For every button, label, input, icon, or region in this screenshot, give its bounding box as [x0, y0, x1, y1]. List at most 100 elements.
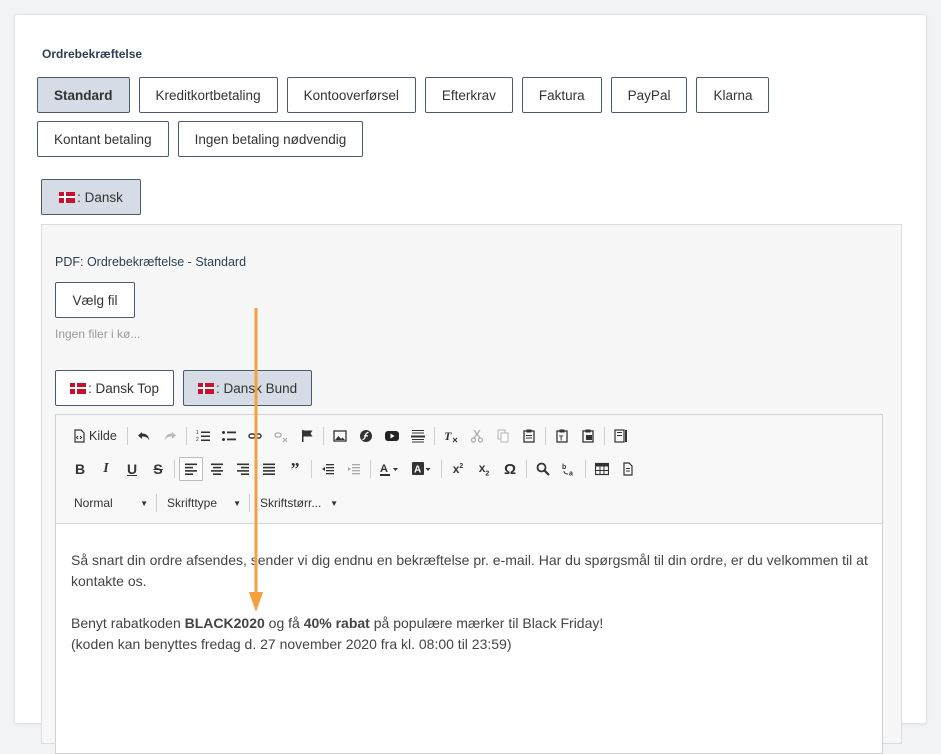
copy-button[interactable]: [491, 424, 515, 448]
outdent-icon: [322, 464, 334, 475]
svg-text:T: T: [559, 436, 564, 443]
align-left-icon: [185, 463, 197, 475]
paste-word-button[interactable]: [576, 424, 600, 448]
indent-button[interactable]: [342, 457, 366, 481]
underline-button[interactable]: U: [120, 457, 144, 481]
tab-kontant-betaling[interactable]: Kontant betaling: [37, 121, 169, 157]
align-center-button[interactable]: [205, 457, 229, 481]
unlink-icon: [274, 432, 288, 443]
svg-text:2: 2: [196, 437, 199, 443]
superscript-button[interactable]: x2: [446, 457, 470, 481]
youtube-icon: [384, 431, 399, 441]
replace-button[interactable]: ba: [557, 457, 581, 481]
bold-button[interactable]: B: [68, 457, 92, 481]
flash-button[interactable]: [354, 424, 378, 448]
paste-button[interactable]: [517, 424, 541, 448]
background-color-button[interactable]: A: [407, 457, 437, 481]
cut-button[interactable]: [465, 424, 489, 448]
search-icon: [536, 462, 550, 476]
language-button-dansk[interactable]: : Dansk: [41, 179, 141, 215]
templates-button[interactable]: [609, 424, 633, 448]
choose-file-button[interactable]: Vælg fil: [55, 282, 135, 318]
rich-text-editor: Kilde 12 T T B I U S ” A A x2 x2 Ω b a N…: [55, 414, 883, 754]
tab-faktura[interactable]: Faktura: [521, 77, 602, 113]
bullet-list-button[interactable]: [217, 424, 241, 448]
remove-format-button[interactable]: T: [439, 424, 463, 448]
link-icon: [248, 433, 262, 439]
tab-kontooverforsel[interactable]: Kontooverførsel: [286, 77, 416, 113]
language-panel: PDF: Ordrebekræftelse - Standard Vælg fi…: [41, 224, 902, 754]
strikethrough-button[interactable]: S: [146, 457, 170, 481]
toolbar-separator: [311, 460, 312, 478]
toolbar-row-1: Kilde 12 T T: [68, 423, 635, 449]
tab-kreditkortbetaling[interactable]: Kreditkortbetaling: [138, 77, 278, 113]
tab-paypal[interactable]: PayPal: [610, 77, 688, 113]
source-label: Kilde: [89, 429, 117, 443]
youtube-button[interactable]: [380, 424, 404, 448]
find-button[interactable]: [531, 457, 555, 481]
svg-text:A: A: [414, 465, 421, 476]
blockquote-button[interactable]: ”: [283, 457, 307, 481]
font-select[interactable]: Skrifttype ▼: [161, 492, 247, 514]
settings-card: Ordrebekræftelse Standard Kreditkortbeta…: [14, 14, 927, 754]
strikethrough-icon: S: [153, 461, 163, 477]
toolbar-row-3: Normal ▼ Skrifttype ▼ Skriftstørr... ▼: [68, 490, 344, 516]
image-button[interactable]: [328, 424, 352, 448]
quote-icon: ”: [290, 459, 300, 479]
promo-code: BLACK2020: [184, 615, 265, 631]
page-break-button[interactable]: [616, 457, 640, 481]
tab-dansk-bund[interactable]: : Dansk Bund: [183, 370, 313, 406]
tab-klarna[interactable]: Klarna: [696, 77, 770, 113]
horizontal-rule-button[interactable]: [406, 424, 430, 448]
tab-efterkrav[interactable]: Efterkrav: [424, 77, 513, 113]
special-character-button[interactable]: Ω: [498, 457, 522, 481]
toolbar-separator: [322, 427, 324, 445]
paste-icon: [523, 429, 535, 443]
copy-icon: [497, 429, 509, 443]
toolbar-separator: [441, 460, 442, 478]
format-select[interactable]: Normal ▼: [68, 492, 154, 514]
link-button[interactable]: [243, 424, 267, 448]
subscript-button[interactable]: x2: [472, 457, 496, 481]
svg-text:a: a: [569, 471, 573, 477]
numbered-list-button[interactable]: 12: [191, 424, 215, 448]
section-title: Ordrebekræftelse: [42, 47, 143, 61]
italic-button[interactable]: I: [94, 457, 118, 481]
toolbar-separator: [433, 427, 435, 445]
outdent-button[interactable]: [316, 457, 340, 481]
font-size-select[interactable]: Skriftstørr... ▼: [254, 492, 344, 514]
paste-text-button[interactable]: T: [550, 424, 574, 448]
background-color-icon: A: [412, 462, 431, 476]
toolbar-separator: [544, 427, 546, 445]
undo-button[interactable]: [132, 424, 156, 448]
superscript-icon: x2: [452, 462, 464, 476]
source-button[interactable]: Kilde: [68, 424, 125, 448]
redo-icon: [164, 432, 176, 441]
content-paragraph-1: Så snart din ordre afsendes, sender vi d…: [71, 552, 868, 589]
text-color-button[interactable]: A: [375, 457, 405, 481]
align-right-button[interactable]: [231, 457, 255, 481]
tab-dansk-top[interactable]: : Dansk Top: [55, 370, 175, 406]
tab-ingen-betaling[interactable]: Ingen betaling nødvendig: [177, 121, 364, 157]
promo-text-prefix: Benyt rabatkoden: [71, 615, 185, 631]
italic-icon: I: [103, 461, 109, 476]
svg-text:T: T: [444, 429, 452, 443]
promo-validity: (koden kan benyttes fredag d. 27 novembe…: [71, 636, 512, 652]
table-button[interactable]: [590, 457, 614, 481]
flash-icon: [359, 430, 372, 442]
chevron-down-icon: ▼: [233, 498, 241, 508]
numbered-list-icon: 12: [196, 430, 210, 443]
editor-content[interactable]: Så snart din ordre afsendes, sender vi d…: [71, 550, 891, 676]
editor-section-tabs: : Dansk Top : Dansk Bund: [55, 370, 313, 406]
align-left-button[interactable]: [179, 457, 203, 481]
subscript-icon: x2: [478, 460, 490, 478]
danish-flag-icon: [70, 382, 86, 394]
tab-standard[interactable]: Standard: [37, 77, 130, 113]
toolbar-separator: [526, 460, 527, 478]
payment-tabs-row-1: Standard Kreditkortbetaling Kontooverfør…: [37, 77, 770, 113]
content-paragraph-2: Benyt rabatkoden BLACK2020 og få 40% rab…: [71, 613, 891, 655]
unlink-button[interactable]: [269, 424, 293, 448]
redo-button[interactable]: [158, 424, 182, 448]
anchor-button[interactable]: [295, 424, 319, 448]
justify-button[interactable]: [257, 457, 281, 481]
